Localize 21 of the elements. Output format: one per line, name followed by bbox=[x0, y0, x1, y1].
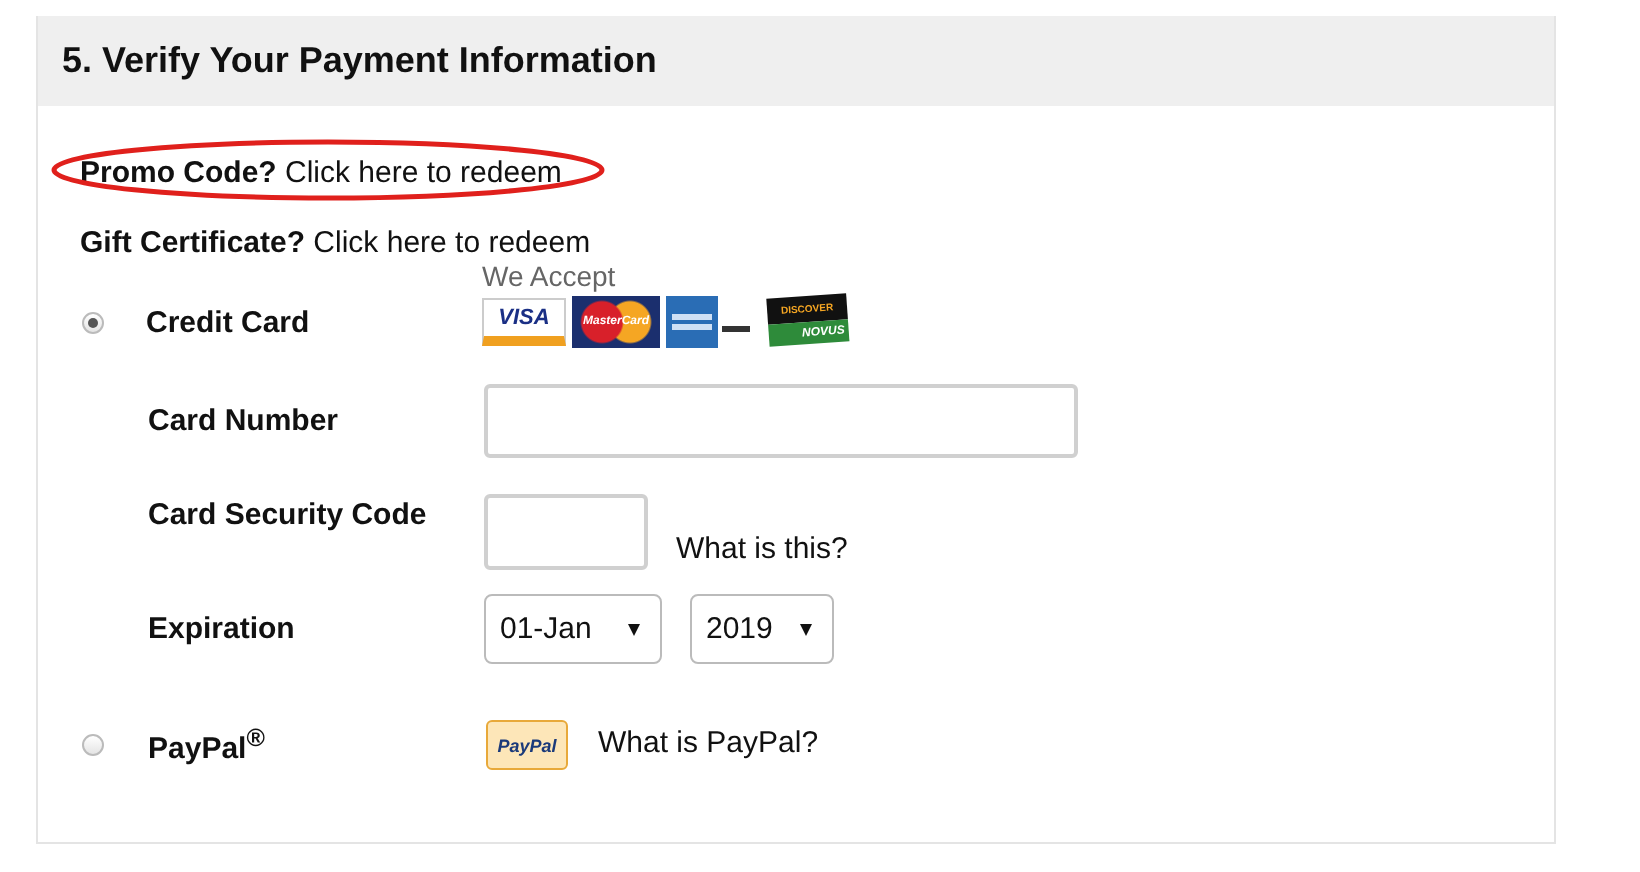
paypal-badge: PayPal bbox=[486, 720, 568, 770]
radio-button[interactable] bbox=[82, 311, 104, 333]
dropdown[interactable]: 2019 bbox=[690, 594, 835, 664]
method-label: Credit Card bbox=[146, 305, 312, 339]
dropdown[interactable]: 01-Jan bbox=[484, 594, 662, 664]
help-link[interactable]: What is this? bbox=[676, 532, 848, 566]
radio-button[interactable] bbox=[82, 734, 104, 756]
visa-logo: VISA bbox=[482, 298, 566, 346]
gift-certificate-link[interactable]: Gift Certificate? Click here to redeem bbox=[80, 225, 591, 259]
caret-icon bbox=[628, 623, 640, 635]
we-accept-label: We Accept bbox=[482, 260, 618, 292]
section-title: 5. Verify Your Payment Information bbox=[62, 40, 657, 82]
amex-logo bbox=[666, 296, 754, 348]
field-label: Card Security Code bbox=[148, 496, 429, 530]
security-code-field[interactable] bbox=[484, 494, 648, 570]
card-number-field[interactable] bbox=[484, 384, 1078, 458]
method-label: PayPal$^{®}$ bbox=[148, 724, 267, 766]
field-label: Expiration bbox=[148, 610, 297, 644]
caret-icon bbox=[800, 623, 813, 635]
field-label: Card Number bbox=[148, 402, 341, 436]
help-link[interactable]: What is PayPal? bbox=[598, 726, 819, 760]
